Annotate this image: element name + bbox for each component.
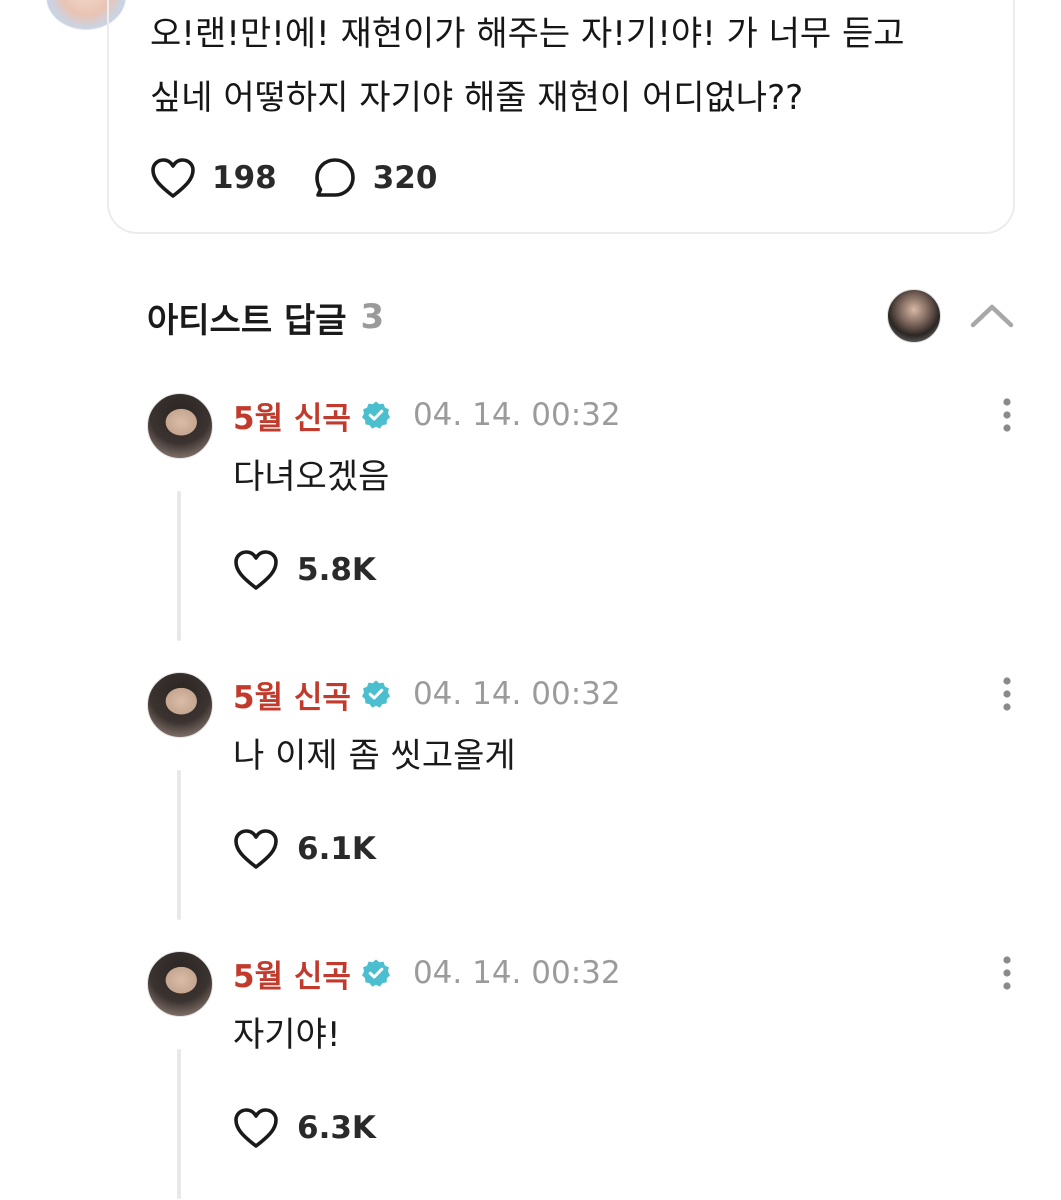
verified-badge-icon [361, 958, 391, 988]
post-comment-count: 320 [372, 160, 438, 196]
more-vertical-icon [1003, 677, 1011, 711]
comment-bubble-icon [314, 158, 355, 197]
reply-author[interactable]: 5월 신곡 [233, 951, 351, 996]
heart-icon [151, 158, 195, 198]
more-options-button[interactable] [995, 955, 1019, 991]
reply-like-button[interactable]: 6.1K [233, 826, 376, 872]
artist-replies-title: 아티스트 답글 [147, 300, 347, 341]
verified-badge-icon [361, 679, 391, 709]
heart-icon [234, 1108, 278, 1148]
artist-replies-header: 아티스트 답글 3 [147, 288, 1015, 346]
more-options-button[interactable] [995, 397, 1019, 433]
reply-like-button[interactable]: 6.3K [233, 1105, 376, 1151]
reply-author[interactable]: 5월 신곡 [233, 672, 351, 717]
artist-reply: 5월 신곡 04. 14. 00:32 자기야! 6.3K [147, 951, 1027, 1200]
post-text: 오!랜!만!에! 재현이가 해주는 자!기!야! 가 너무 듣고 싶네 어떻하지… [150, 14, 905, 118]
reply-text: 다녀오겠음 [233, 457, 390, 497]
thread-line [177, 1049, 181, 1199]
more-vertical-icon [1003, 956, 1011, 990]
reply-timestamp: 04. 14. 00:32 [412, 955, 621, 991]
reply-avatar[interactable] [147, 951, 213, 1017]
chevron-up-icon [970, 304, 1014, 328]
post-like-button[interactable]: 198 [150, 157, 277, 199]
post-actions: 198 320 [150, 154, 437, 202]
reply-header: 5월 신곡 04. 14. 00:32 [233, 672, 621, 717]
thread-line [177, 770, 181, 920]
artist-reply: 5월 신곡 04. 14. 00:32 다녀오겠음 5.8K [147, 393, 1027, 643]
more-vertical-icon [1003, 398, 1011, 432]
verified-badge-icon [361, 400, 391, 430]
reply-header: 5월 신곡 04. 14. 00:32 [233, 393, 621, 438]
artist-replies-count: 3 [360, 297, 385, 337]
heart-icon [234, 550, 278, 590]
reply-text: 나 이제 좀 씻고올게 [233, 736, 516, 776]
reply-avatar[interactable] [147, 393, 213, 459]
collapse-button[interactable] [969, 294, 1015, 340]
post-like-count: 198 [212, 160, 277, 196]
reply-author[interactable]: 5월 신곡 [233, 393, 351, 438]
more-options-button[interactable] [995, 676, 1019, 712]
heart-icon [234, 829, 278, 869]
reply-timestamp: 04. 14. 00:32 [412, 397, 621, 433]
reply-like-count: 6.1K [297, 831, 376, 867]
reply-like-count: 5.8K [297, 552, 376, 588]
post-comment-button[interactable]: 320 [313, 156, 438, 200]
reply-like-button[interactable]: 5.8K [233, 547, 376, 593]
thread-line [177, 491, 181, 641]
reply-timestamp: 04. 14. 00:32 [412, 676, 621, 712]
reply-header: 5월 신곡 04. 14. 00:32 [233, 951, 621, 996]
reply-like-count: 6.3K [297, 1110, 376, 1146]
artist-reply: 5월 신곡 04. 14. 00:32 나 이제 좀 씻고올게 6.1K [147, 672, 1027, 922]
artist-avatar[interactable] [887, 289, 941, 343]
reply-avatar[interactable] [147, 672, 213, 738]
reply-text: 자기야! [233, 1015, 341, 1055]
